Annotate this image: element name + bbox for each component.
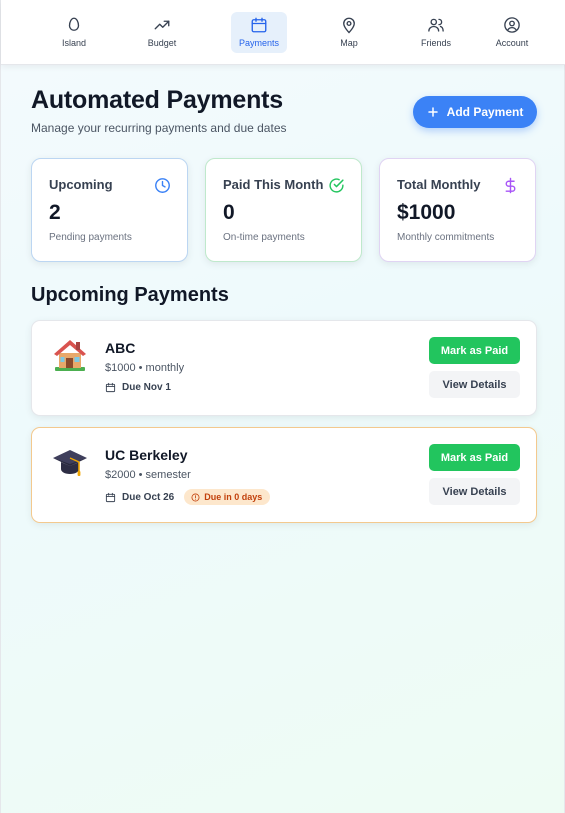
- add-payment-button[interactable]: Add Payment: [413, 96, 537, 128]
- egg-icon: [68, 17, 80, 31]
- plus-icon: [427, 107, 438, 117]
- stat-card-paid-this-month: Paid This Month 0 On-time payments: [205, 158, 362, 262]
- nav-item-payments[interactable]: Payments: [231, 12, 287, 53]
- stat-note: On-time payments: [223, 232, 305, 243]
- due-row: Due Oct 26 Due in 0 days: [105, 489, 271, 505]
- nav-label-account: Account: [495, 38, 529, 48]
- nav-item-budget[interactable]: Budget: [136, 12, 188, 53]
- house-icon: [54, 340, 86, 371]
- top-navigation: Island Budget Payments Map Friends Accou…: [1, 0, 565, 65]
- view-details-button[interactable]: View Details: [429, 478, 520, 505]
- stat-value: $1000: [397, 201, 456, 224]
- stat-value: 0: [223, 201, 235, 224]
- stat-card-total-monthly: Total Monthly $1000 Monthly commitments: [379, 158, 536, 262]
- trending-up-icon: [154, 20, 170, 30]
- stat-value: 2: [49, 201, 61, 224]
- nav-label-friends: Friends: [420, 38, 451, 48]
- stat-note: Pending payments: [49, 232, 132, 243]
- mark-as-paid-button[interactable]: Mark as Paid: [429, 444, 520, 471]
- calendar-icon: [105, 492, 116, 502]
- view-details-button[interactable]: View Details: [429, 371, 520, 398]
- due-soon-text: Due in 0 days: [204, 492, 263, 502]
- nav-item-account[interactable]: Account: [486, 12, 538, 53]
- due-soon-badge: Due in 0 days: [184, 489, 271, 505]
- nav-item-island[interactable]: Island: [48, 12, 100, 53]
- page-subtitle: Manage your recurring payments and due d…: [31, 121, 287, 135]
- clock-icon: [155, 178, 170, 193]
- stat-note: Monthly commitments: [397, 232, 495, 243]
- section-title: Upcoming Payments: [31, 284, 229, 306]
- map-pin-icon: [343, 17, 355, 34]
- dollar-icon: [505, 177, 516, 194]
- due-date: Due Nov 1: [122, 382, 171, 393]
- due-row: Due Nov 1: [105, 382, 171, 393]
- nav-label-budget: Budget: [147, 38, 177, 48]
- payment-card: ABC $1000 • monthly Due Nov 1 Mark as Pa…: [31, 320, 537, 416]
- payment-amount: $1000 • monthly: [105, 362, 185, 374]
- check-circle-icon: [329, 178, 344, 193]
- page-title: Automated Payments: [31, 86, 284, 114]
- stat-label: Total Monthly: [397, 177, 481, 192]
- payment-card: UC Berkeley $2000 • semester Due Oct 26 …: [31, 427, 537, 523]
- nav-label-island: Island: [61, 38, 87, 48]
- nav-label-payments: Payments: [238, 38, 280, 48]
- alert-circle-icon: [191, 493, 200, 501]
- mark-as-paid-button[interactable]: Mark as Paid: [429, 337, 520, 364]
- nav-label-map: Map: [340, 38, 358, 48]
- nav-item-map[interactable]: Map: [323, 12, 375, 53]
- user-circle-icon: [504, 17, 520, 33]
- calendar-icon: [105, 382, 116, 393]
- stat-card-upcoming: Upcoming 2 Pending payments: [31, 158, 188, 262]
- users-icon: [428, 18, 444, 32]
- calendar-icon: [251, 17, 267, 33]
- stat-label: Paid This Month: [223, 177, 324, 192]
- payment-name: UC Berkeley: [105, 447, 188, 463]
- payment-amount: $2000 • semester: [105, 469, 191, 481]
- stat-label: Upcoming: [49, 177, 113, 192]
- due-date: Due Oct 26: [122, 491, 175, 503]
- nav-item-friends[interactable]: Friends: [409, 12, 463, 53]
- payment-name: ABC: [105, 340, 136, 356]
- add-payment-label: Add Payment: [446, 105, 524, 119]
- graduation-cap-icon: [53, 450, 87, 476]
